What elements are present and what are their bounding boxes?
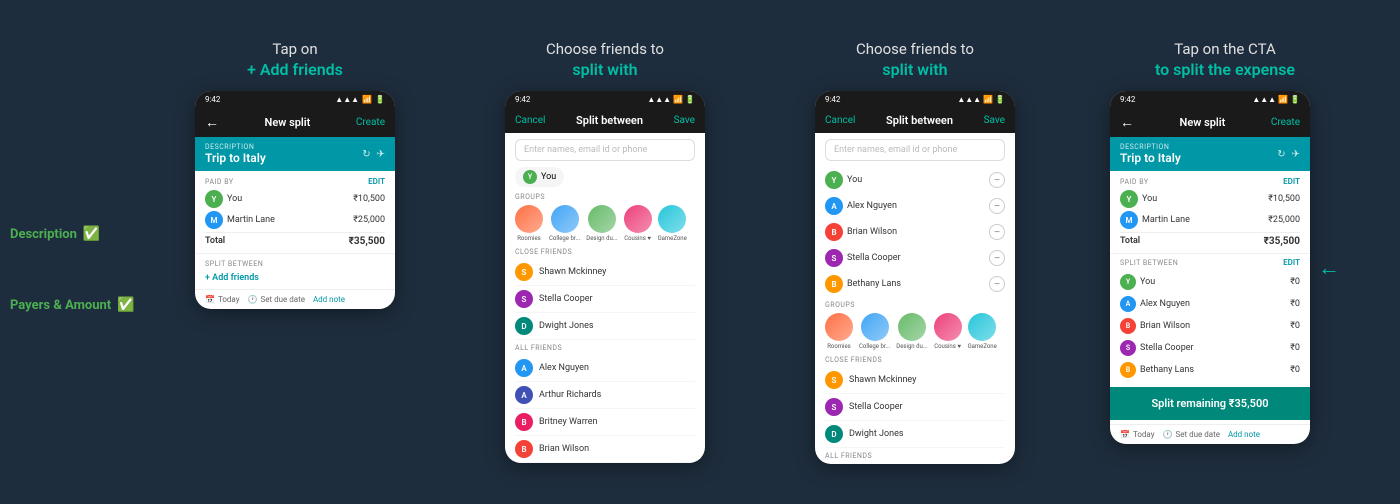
group-item[interactable]: Design du...: [586, 205, 617, 242]
step4-column: Tap on the CTA to split the expense 9:42…: [1080, 40, 1370, 444]
remove-btn[interactable]: −: [989, 172, 1005, 188]
description-checkmark: ✅: [83, 226, 100, 242]
groups-section-2: GROUPS Roomies College br... Design du..…: [505, 193, 705, 248]
close-friends-3: CLOSE FRIENDS S Shawn Mckinney S Stella …: [815, 356, 1015, 460]
remove-btn[interactable]: −: [989, 198, 1005, 214]
group-item[interactable]: Design du...: [896, 313, 927, 350]
you-chip: Y You: [515, 167, 564, 187]
remove-btn[interactable]: −: [989, 250, 1005, 266]
friend-row[interactable]: D Dwight Jones: [515, 313, 695, 340]
payer-row-4-2: M Martin Lane ₹25,000: [1120, 211, 1300, 229]
description-section-4: DESCRIPTION Trip to Italy ↻ ✈: [1110, 137, 1310, 171]
phone1-header: ← New split Create: [195, 108, 395, 137]
search-box-2[interactable]: Enter names, email id or phone: [515, 139, 695, 161]
phone4: 9:42 ▲▲▲ 📶 🔋 ← New split Create DESCRIPT…: [1110, 91, 1310, 444]
friend-row[interactable]: S Shawn Mckinney: [825, 367, 1005, 394]
payers-label: Payers & Amount ✅: [10, 297, 135, 313]
calendar-icon: 📅: [205, 295, 215, 304]
close-friends-2: CLOSE FRIENDS S Shawn Mckinney S Stella …: [505, 248, 705, 463]
group-item[interactable]: College br...: [549, 205, 580, 242]
split-between-section: SPLIT BETWEEN + Add friends: [195, 254, 395, 289]
calendar-icon-4: 📅: [1120, 430, 1130, 439]
step1-label: Tap on + Add friends: [247, 40, 343, 79]
selected-row: A Alex Nguyen −: [825, 193, 1005, 219]
refresh-icon-4[interactable]: ↻: [1277, 149, 1285, 160]
selected-row: Y You −: [825, 167, 1005, 193]
phone4-header: ← New split Create: [1110, 108, 1310, 137]
group-item[interactable]: Cousins ♥: [624, 205, 652, 242]
groups-section-3: GROUPS Roomies College br... Design du..…: [815, 301, 1015, 356]
bottom-row-4: 📅 Today 🕐 Set due date Add note: [1110, 424, 1310, 444]
group-item[interactable]: Cousins ♥: [934, 313, 962, 350]
paid-by-section-4: PAID BY EDIT Y You ₹10,500 M Martin L: [1110, 171, 1310, 254]
group-item[interactable]: College br...: [859, 313, 890, 350]
payers-checkmark: ✅: [117, 297, 134, 313]
remove-btn[interactable]: −: [989, 276, 1005, 292]
group-item[interactable]: Roomies: [825, 313, 853, 350]
friend-row[interactable]: B Britney Warren: [515, 409, 695, 436]
clock-icon: 🕐: [248, 295, 258, 304]
step3-column: Choose friends to split with 9:42 ▲▲▲ 📶 …: [770, 40, 1060, 464]
send-icon[interactable]: ✈: [377, 149, 385, 160]
avatar-martin: M: [205, 211, 223, 229]
phone2: 9:42 ▲▲▲ 📶 🔋 Cancel Split between Save E…: [505, 91, 705, 463]
split-between-4: SPLIT BETWEEN EDIT Y You ₹0 A Alex Ng: [1110, 254, 1310, 383]
selected-row: B Bethany Lans −: [825, 271, 1005, 297]
clock-icon-4: 🕐: [1163, 430, 1173, 439]
paid-by-section: PAID BY EDIT Y You ₹10,500 M Martin Lane…: [195, 171, 395, 254]
description-label: Description ✅: [10, 226, 135, 242]
friend-row[interactable]: D Dwight Jones: [825, 421, 1005, 448]
payer-row-2: M Martin Lane ₹25,000: [205, 211, 385, 229]
step3-label: Choose friends to split with: [856, 40, 974, 79]
phone3: 9:42 ▲▲▲ 📶 🔋 Cancel Split between Save E…: [815, 91, 1015, 464]
selected-row: B Brian Wilson −: [825, 219, 1005, 245]
friend-row[interactable]: S Stella Cooper: [825, 394, 1005, 421]
selected-row: S Stella Cooper −: [825, 245, 1005, 271]
payer-row-1: Y You ₹10,500: [205, 190, 385, 208]
status-bar-4: 9:42 ▲▲▲ 📶 🔋: [1110, 91, 1310, 108]
group-item[interactable]: GameZone: [658, 205, 687, 242]
remove-btn[interactable]: −: [989, 224, 1005, 240]
send-icon-4[interactable]: ✈: [1292, 149, 1300, 160]
step1-column: Tap on + Add friends 9:42 ▲▲▲ 📶 🔋 ← New …: [150, 40, 440, 309]
description-section: DESCRIPTION Trip to Italy ↻ ✈: [195, 137, 395, 171]
main-container: Description ✅ Payers & Amount ✅ Tap on +…: [0, 20, 1400, 484]
refresh-icon[interactable]: ↻: [362, 149, 370, 160]
friend-row[interactable]: A Alex Nguyen: [515, 355, 695, 382]
step2-label: Choose friends to split with: [546, 40, 664, 79]
group-item[interactable]: Roomies: [515, 205, 543, 242]
status-bar-2: 9:42 ▲▲▲ 📶 🔋: [505, 91, 705, 108]
arrow-indicator: ←: [1318, 255, 1340, 281]
step2-column: Choose friends to split with 9:42 ▲▲▲ 📶 …: [460, 40, 750, 463]
phone2-header: Cancel Split between Save: [505, 108, 705, 133]
group-item[interactable]: GameZone: [968, 313, 997, 350]
avatar-you: Y: [205, 190, 223, 208]
status-bar-3: 9:42 ▲▲▲ 📶 🔋: [815, 91, 1015, 108]
search-box-3[interactable]: Enter names, email id or phone: [825, 139, 1005, 161]
step4-label: Tap on the CTA to split the expense: [1155, 40, 1295, 79]
split-cta-button[interactable]: Split remaining ₹35,500: [1110, 387, 1310, 420]
friend-row[interactable]: A Arthur Richards: [515, 382, 695, 409]
phone3-header: Cancel Split between Save: [815, 108, 1015, 133]
payer-row-4-1: Y You ₹10,500: [1120, 190, 1300, 208]
friend-row[interactable]: B Brian Wilson: [515, 436, 695, 463]
bottom-row-1: 📅 Today 🕐 Set due date Add note: [195, 289, 395, 309]
phone1: 9:42 ▲▲▲ 📶 🔋 ← New split Create DESCRIPT…: [195, 91, 395, 309]
friend-row[interactable]: S Shawn Mckinney: [515, 259, 695, 286]
selected-members: Y You − A Alex Nguyen − B Brian Wilson: [815, 167, 1015, 301]
friend-row[interactable]: S Stella Cooper: [515, 286, 695, 313]
status-bar-1: 9:42 ▲▲▲ 📶 🔋: [195, 91, 395, 108]
